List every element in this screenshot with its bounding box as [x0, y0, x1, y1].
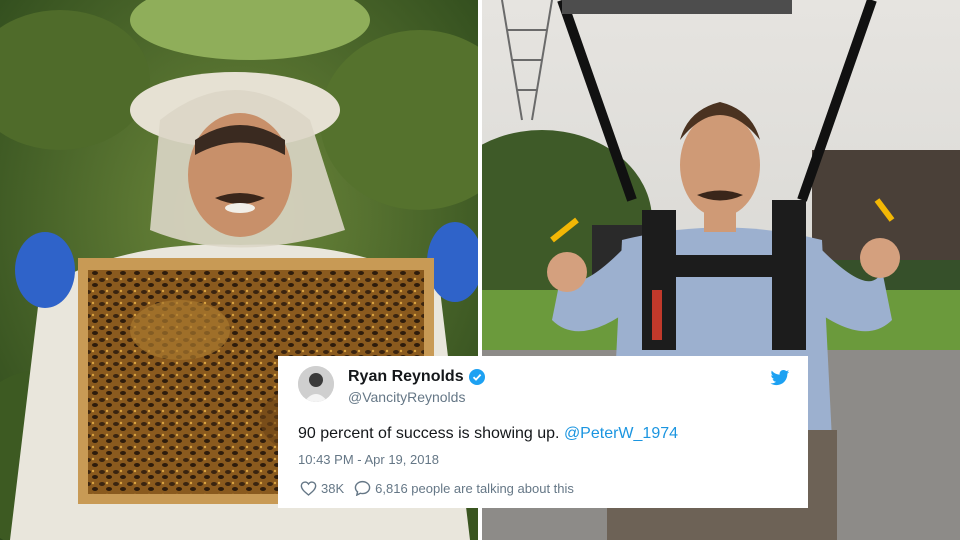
display-name[interactable]: Ryan Reynolds	[348, 368, 464, 386]
twitter-bird-icon[interactable]	[770, 369, 790, 387]
engagement-row: 38K 6,816 people are talking about this	[300, 480, 574, 496]
tweet-timestamp[interactable]: 10:43 PM - Apr 19, 2018	[298, 452, 439, 467]
tweet-text: 90 percent of success is showing up. @Pe…	[298, 425, 678, 443]
like-count[interactable]: 38K	[321, 481, 344, 496]
reply-bubble-icon[interactable]	[354, 480, 371, 496]
reply-count[interactable]: 6,816 people are talking about this	[375, 481, 574, 496]
avatar[interactable]	[298, 366, 334, 402]
mention-link[interactable]: @PeterW_1974	[564, 425, 678, 442]
tweet-body: 90 percent of success is showing up.	[298, 425, 560, 442]
handle[interactable]: @VancityReynolds	[348, 389, 465, 405]
author-row: Ryan Reynolds	[348, 368, 485, 386]
heart-icon[interactable]	[300, 480, 317, 496]
tweet-card[interactable]: Ryan Reynolds @VancityReynolds 90 percen…	[278, 356, 808, 508]
verified-icon	[468, 369, 485, 385]
